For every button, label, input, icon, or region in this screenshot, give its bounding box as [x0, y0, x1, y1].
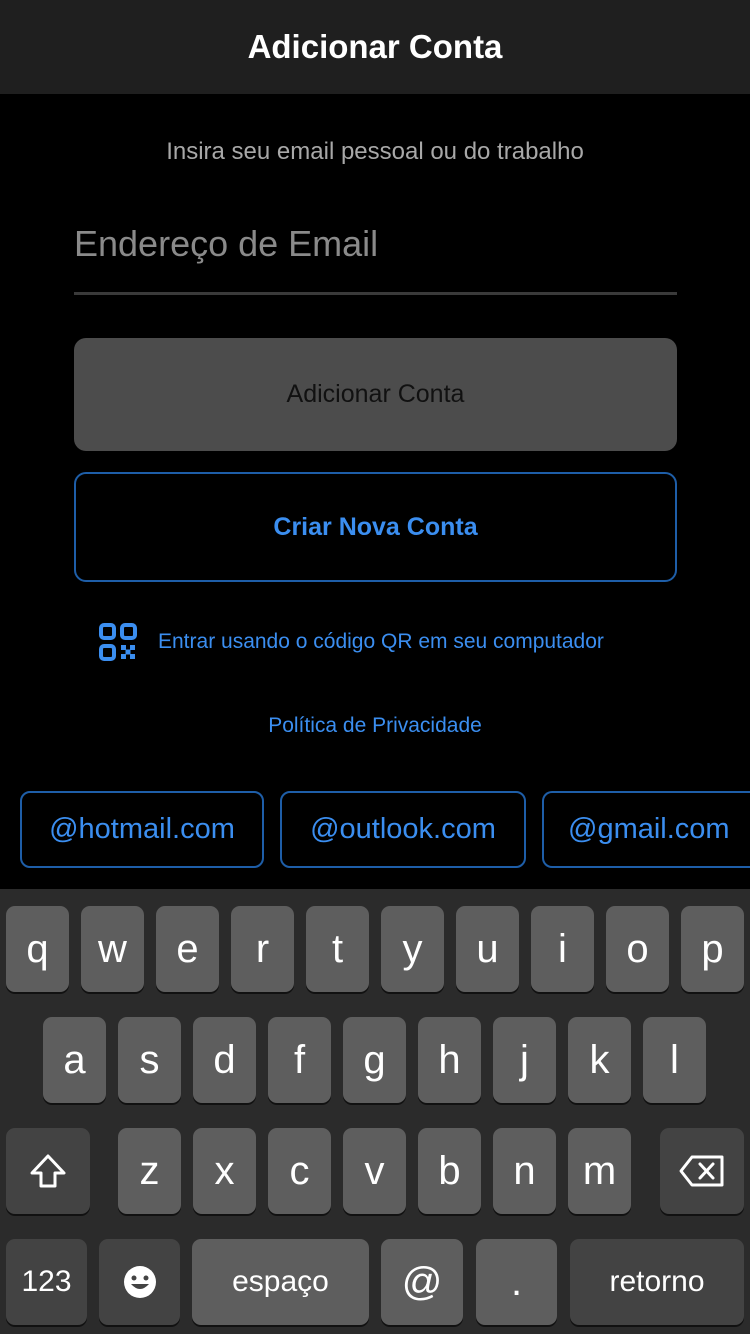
qr-login-link[interactable]: Entrar usando o código QR em seu computa… [98, 620, 604, 664]
key-h[interactable]: h [418, 1017, 481, 1103]
key-b[interactable]: b [418, 1128, 481, 1214]
email-field[interactable] [74, 212, 677, 276]
key-j[interactable]: j [493, 1017, 556, 1103]
key-o[interactable]: o [606, 906, 669, 992]
emoji-icon [123, 1266, 156, 1298]
email-instructions: Insira seu email pessoal ou do trabalho [166, 138, 584, 165]
key-u[interactable]: u [456, 906, 519, 992]
dot-key[interactable]: . [476, 1239, 557, 1325]
key-c[interactable]: c [268, 1128, 331, 1214]
domain-suggestion-outlook[interactable]: @outlook.com [280, 791, 526, 868]
key-q[interactable]: q [6, 906, 69, 992]
qr-login-label: Entrar usando o código QR em seu computa… [158, 630, 604, 653]
page-title: Adicionar Conta [247, 28, 503, 65]
key-i[interactable]: i [531, 906, 594, 992]
on-screen-keyboard: q w e r t y u i o p a s d f g h j k l z … [0, 889, 750, 1334]
key-l[interactable]: l [643, 1017, 706, 1103]
key-x[interactable]: x [193, 1128, 256, 1214]
key-t[interactable]: t [306, 906, 369, 992]
shift-icon [30, 1154, 66, 1188]
key-d[interactable]: d [193, 1017, 256, 1103]
return-key[interactable]: retorno [570, 1239, 744, 1325]
create-account-button[interactable]: Criar Nova Conta [74, 472, 677, 582]
key-r[interactable]: r [231, 906, 294, 992]
emoji-key[interactable] [99, 1239, 180, 1325]
key-a[interactable]: a [43, 1017, 106, 1103]
key-e[interactable]: e [156, 906, 219, 992]
key-g[interactable]: g [343, 1017, 406, 1103]
navigation-bar: Adicionar Conta [0, 0, 750, 94]
key-s[interactable]: s [118, 1017, 181, 1103]
at-key[interactable]: @ [381, 1239, 463, 1325]
backspace-key[interactable] [660, 1128, 744, 1214]
domain-suggestion-hotmail[interactable]: @hotmail.com [20, 791, 264, 868]
key-f[interactable]: f [268, 1017, 331, 1103]
key-y[interactable]: y [381, 906, 444, 992]
email-field-underline [74, 292, 677, 295]
key-m[interactable]: m [568, 1128, 631, 1214]
key-w[interactable]: w [81, 906, 144, 992]
key-n[interactable]: n [493, 1128, 556, 1214]
key-p[interactable]: p [681, 906, 744, 992]
key-v[interactable]: v [343, 1128, 406, 1214]
key-k[interactable]: k [568, 1017, 631, 1103]
key-z[interactable]: z [118, 1128, 181, 1214]
backspace-icon [679, 1155, 724, 1187]
qr-code-icon [99, 623, 137, 661]
domain-suggestion-gmail[interactable]: @gmail.com [542, 791, 750, 868]
add-account-button[interactable]: Adicionar Conta [74, 338, 677, 451]
space-key[interactable]: espaço [192, 1239, 369, 1325]
privacy-policy-link[interactable]: Política de Privacidade [0, 714, 750, 738]
numbers-key[interactable]: 123 [6, 1239, 87, 1325]
shift-key[interactable] [6, 1128, 90, 1214]
